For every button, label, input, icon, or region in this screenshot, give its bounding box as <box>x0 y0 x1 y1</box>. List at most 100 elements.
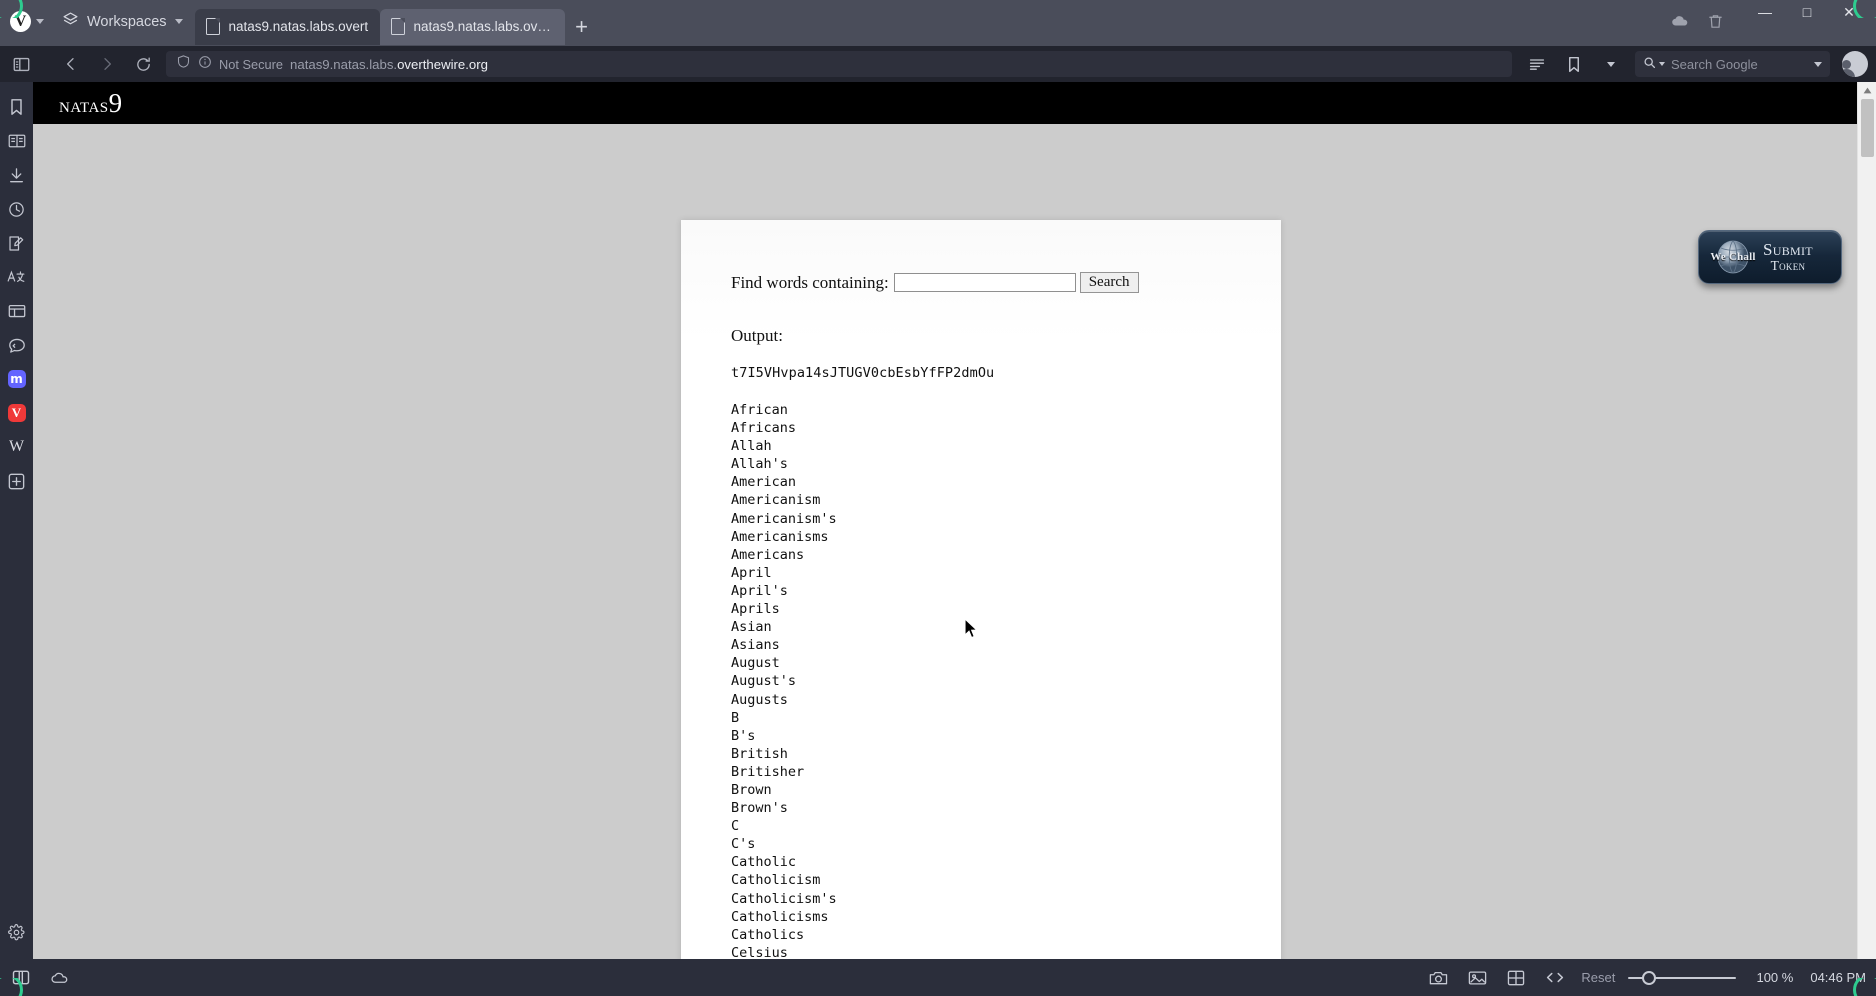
workspaces-label: Workspaces <box>87 13 167 30</box>
back-button[interactable] <box>54 49 88 79</box>
search-dropdown-icon[interactable] <box>1814 61 1822 67</box>
sidebar-item-history[interactable] <box>2 192 31 226</box>
zoom-slider-knob[interactable] <box>1642 970 1657 985</box>
vivaldi-logo-icon: V <box>10 11 31 32</box>
tab-title: natas9.natas.labs.overthewi <box>228 19 369 34</box>
address-bar: Not Secure natas9.natas.labs.overthewire… <box>0 46 1876 82</box>
developer-tools-icon[interactable] <box>1542 965 1568 991</box>
workspaces-button[interactable]: Workspaces <box>50 5 195 39</box>
capture-page-icon[interactable] <box>1425 965 1451 991</box>
url-text: natas9.natas.labs.overthewire.org <box>290 57 488 72</box>
tab-item-2[interactable]: natas9.natas.labs.overth… <box>379 8 565 45</box>
token-label: Token <box>1770 257 1806 273</box>
submit-token-labels: Submit Token <box>1763 241 1813 273</box>
url-prefix: natas9.natas.labs. <box>290 56 398 72</box>
browser-window: V Workspaces natas9.natas.labs.overthew <box>0 0 1876 996</box>
tab-title: natas9.natas.labs.overth… <box>413 19 554 34</box>
sidebar-item-vivaldi-panel[interactable]: V <box>2 396 31 430</box>
forward-button[interactable] <box>90 49 124 79</box>
needle-input[interactable] <box>893 273 1076 292</box>
page-title: natas9 <box>59 88 123 119</box>
sidebar-item-bookmarks[interactable] <box>2 90 31 124</box>
output-label: Output: <box>731 326 783 345</box>
status-bar-right: Reset 100 % 04:46 PM <box>1425 965 1866 991</box>
window-controls: — □ ✕ <box>1744 0 1870 44</box>
tab-bar: V Workspaces natas9.natas.labs.overthew <box>0 0 1876 46</box>
sync-status-cloud-icon[interactable] <box>46 965 72 991</box>
sidebar-item-downloads[interactable] <box>2 158 31 192</box>
bookmark-icon[interactable] <box>1557 49 1591 79</box>
sidebar-item-window-panel[interactable] <box>2 294 31 328</box>
token-value: t7I5VHvpa14sJTUGV0cbEsbYfFP2dmOu <box>731 365 995 381</box>
status-bar: Reset 100 % 04:46 PM <box>0 959 1876 996</box>
new-tab-label: + <box>575 13 588 39</box>
vivaldi-icon: V <box>7 404 26 422</box>
minimize-icon: — <box>1758 4 1772 20</box>
workspaces-chevron-icon <box>174 19 183 24</box>
tab-strip: natas9.natas.labs.overthewi natas9.natas… <box>194 0 599 45</box>
clock: 04:46 PM <box>1810 970 1866 985</box>
page-header: natas9 <box>33 82 1876 124</box>
page-icon <box>390 17 406 35</box>
new-tab-button[interactable]: + <box>565 9 599 45</box>
trash-icon[interactable] <box>1700 6 1730 36</box>
close-button[interactable]: ✕ <box>1828 0 1870 26</box>
word-list: African Africans Allah Allah's American … <box>731 402 837 959</box>
wikipedia-icon: W <box>8 438 25 455</box>
bookmark-dropdown-icon[interactable] <box>1594 49 1628 79</box>
panel-toggle-status-icon[interactable] <box>8 965 34 991</box>
profile-avatar[interactable] <box>1842 51 1868 77</box>
sidebar-item-notes[interactable] <box>2 226 31 260</box>
minimize-button[interactable]: — <box>1744 0 1786 26</box>
submit-label: Submit <box>1763 239 1813 259</box>
sidebar-item-settings[interactable] <box>2 915 31 949</box>
maximize-button[interactable]: □ <box>1786 0 1828 26</box>
status-bar-left <box>8 965 72 991</box>
sidebar-item-add-panel[interactable] <box>2 464 31 498</box>
scroll-up-arrow-icon[interactable] <box>1858 82 1876 99</box>
browser-body: m V W natas9 Find words containing: Sear… <box>0 82 1876 959</box>
search-icon <box>1643 56 1656 72</box>
chevron-down-icon <box>36 19 44 24</box>
reload-button[interactable] <box>126 49 160 79</box>
url-field[interactable]: Not Secure natas9.natas.labs.overthewire… <box>166 51 1512 77</box>
tab-bar-left: V Workspaces natas9.natas.labs.overthew <box>6 0 599 46</box>
panel-toggle-button[interactable] <box>4 49 38 79</box>
shield-icon <box>176 54 191 74</box>
maximize-icon: □ <box>1802 4 1812 20</box>
search-field[interactable]: Search Google <box>1635 51 1830 77</box>
sync-cloud-icon[interactable] <box>1664 6 1694 36</box>
zoom-value: 100 % <box>1756 970 1794 985</box>
tab-item-1[interactable]: natas9.natas.labs.overthewi <box>194 8 380 45</box>
reader-view-icon[interactable] <box>1520 49 1554 79</box>
sidebar-item-feeds[interactable] <box>2 328 31 362</box>
sidebar-item-translate[interactable] <box>2 260 31 294</box>
search-form: Find words containing: Search <box>731 272 1281 293</box>
page-title-name: natas <box>59 92 109 117</box>
tab-bar-right: — □ ✕ <box>1664 0 1876 46</box>
vivaldi-menu-button[interactable]: V <box>6 5 50 39</box>
scrollbar-thumb[interactable] <box>1860 99 1874 157</box>
page-icon <box>205 17 221 35</box>
address-bar-right: Search Google <box>1520 49 1868 79</box>
url-domain: overthewire.org <box>397 56 488 72</box>
images-toggle-icon[interactable] <box>1464 965 1490 991</box>
zoom-reset-button[interactable]: Reset <box>1581 970 1615 985</box>
mastodon-icon: m <box>7 370 26 388</box>
search-button[interactable]: Search <box>1079 272 1139 293</box>
page-scrollbar[interactable] <box>1857 82 1876 959</box>
search-engine-chevron-icon[interactable] <box>1659 62 1665 66</box>
sidebar-item-reading-list[interactable] <box>2 124 31 158</box>
sidebar-item-mastodon[interactable]: m <box>2 362 31 396</box>
tiling-icon[interactable] <box>1503 965 1529 991</box>
zoom-slider[interactable] <box>1628 970 1737 986</box>
wechall-logo-text: We Chall <box>1710 251 1756 263</box>
web-viewport: natas9 Find words containing: Search Out… <box>33 82 1876 959</box>
search-placeholder: Search Google <box>1671 56 1758 72</box>
side-panel-bar: m V W <box>0 82 33 959</box>
sidebar-item-wikipedia[interactable]: W <box>2 430 31 464</box>
submit-token-button[interactable]: We Chall Submit Token <box>1698 230 1842 284</box>
find-words-label: Find words containing: <box>731 272 889 292</box>
info-icon[interactable] <box>198 55 212 74</box>
natas9-page: natas9 Find words containing: Search Out… <box>33 82 1876 959</box>
